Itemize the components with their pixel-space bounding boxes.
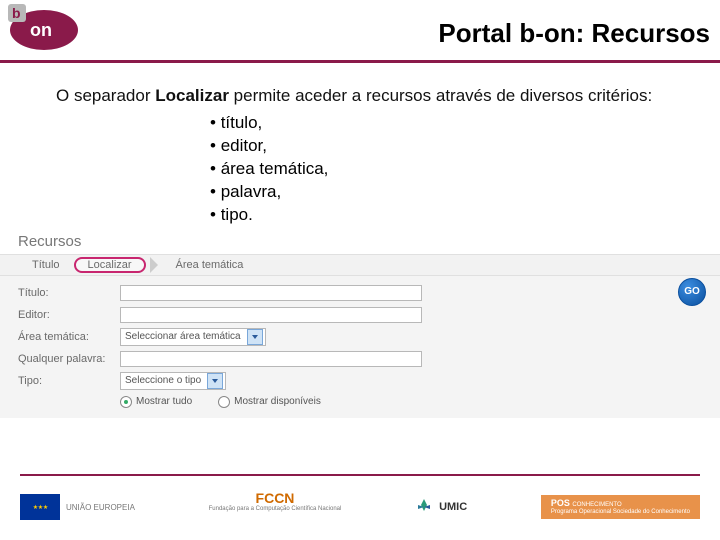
tab-localizar[interactable]: Localizar <box>74 257 146 273</box>
eu-label: UNIÃO EUROPEIA <box>66 503 135 512</box>
label-editor: Editor: <box>18 309 120 321</box>
fccn-mark: FCCN <box>256 490 295 506</box>
intro-bold: Localizar <box>155 86 229 105</box>
select-tipo[interactable]: Seleccione o tipo <box>120 372 226 390</box>
tab-bar: Título Localizar Área temática <box>0 254 720 276</box>
page-title: Portal b-on: Recursos <box>438 18 710 49</box>
footer-logos: UNIÃO EUROPEIA FCCN Fundação para a Comp… <box>20 490 700 524</box>
input-editor[interactable] <box>120 307 422 323</box>
label-titulo: Título: <box>18 287 120 299</box>
radio-mostrar-tudo[interactable]: Mostrar tudo <box>120 396 192 408</box>
fccn-sub: Fundação para a Computação Científica Na… <box>209 506 342 512</box>
tab-titulo[interactable]: Título <box>18 257 74 273</box>
label-area: Área temática: <box>18 331 120 343</box>
intro-prefix: O separador <box>56 86 155 105</box>
label-tipo: Tipo: <box>18 375 120 387</box>
search-form: GO Título: Editor: Área temática: Selecc… <box>0 276 720 418</box>
select-area-value: Seleccionar área temática <box>125 331 241 342</box>
bullet-list: título, editor, área temática, palavra, … <box>210 112 720 227</box>
pos-1: POS <box>551 498 570 508</box>
bullet-item: área temática, <box>210 158 720 181</box>
svg-text:on: on <box>30 20 52 40</box>
bullet-item: editor, <box>210 135 720 158</box>
pos-3: Programa Operacional Sociedade do Conhec… <box>551 509 690 516</box>
intro-text: O separador Localizar permite aceder a r… <box>56 85 664 108</box>
tab-separator-icon <box>150 257 158 273</box>
umic-icon <box>415 498 433 516</box>
label-palavra: Qualquer palavra: <box>18 353 120 365</box>
eu-logo: UNIÃO EUROPEIA <box>20 490 135 524</box>
bullet-item: tipo. <box>210 204 720 227</box>
go-button[interactable]: GO <box>678 278 706 306</box>
umic-logo: UMIC <box>415 490 467 524</box>
input-palavra[interactable] <box>120 351 422 367</box>
select-tipo-value: Seleccione o tipo <box>125 375 201 386</box>
svg-text:b: b <box>12 5 21 21</box>
radio-icon <box>218 396 230 408</box>
tab-area-tematica[interactable]: Área temática <box>162 257 258 273</box>
pos-logo: POS CONHECIMENTO Programa Operacional So… <box>541 495 700 519</box>
bullet-item: título, <box>210 112 720 135</box>
pos-2: CONHECIMENTO <box>572 502 621 508</box>
radio-label: Mostrar disponíveis <box>234 396 321 407</box>
chevron-down-icon <box>207 373 223 389</box>
bullet-item: palavra, <box>210 181 720 204</box>
bon-logo: b on <box>6 4 86 52</box>
radio-mostrar-disponiveis[interactable]: Mostrar disponíveis <box>218 396 321 408</box>
intro-suffix: permite aceder a recursos através de div… <box>229 86 652 105</box>
radio-icon <box>120 396 132 408</box>
fccn-logo: FCCN Fundação para a Computação Científi… <box>209 490 342 524</box>
eu-flag-icon <box>20 494 60 520</box>
select-area[interactable]: Seleccionar área temática <box>120 328 266 346</box>
umic-label: UMIC <box>439 501 467 513</box>
input-titulo[interactable] <box>120 285 422 301</box>
radio-label: Mostrar tudo <box>136 396 192 407</box>
chevron-down-icon <box>247 329 263 345</box>
section-label: Recursos <box>18 233 720 250</box>
footer-divider <box>20 474 700 476</box>
